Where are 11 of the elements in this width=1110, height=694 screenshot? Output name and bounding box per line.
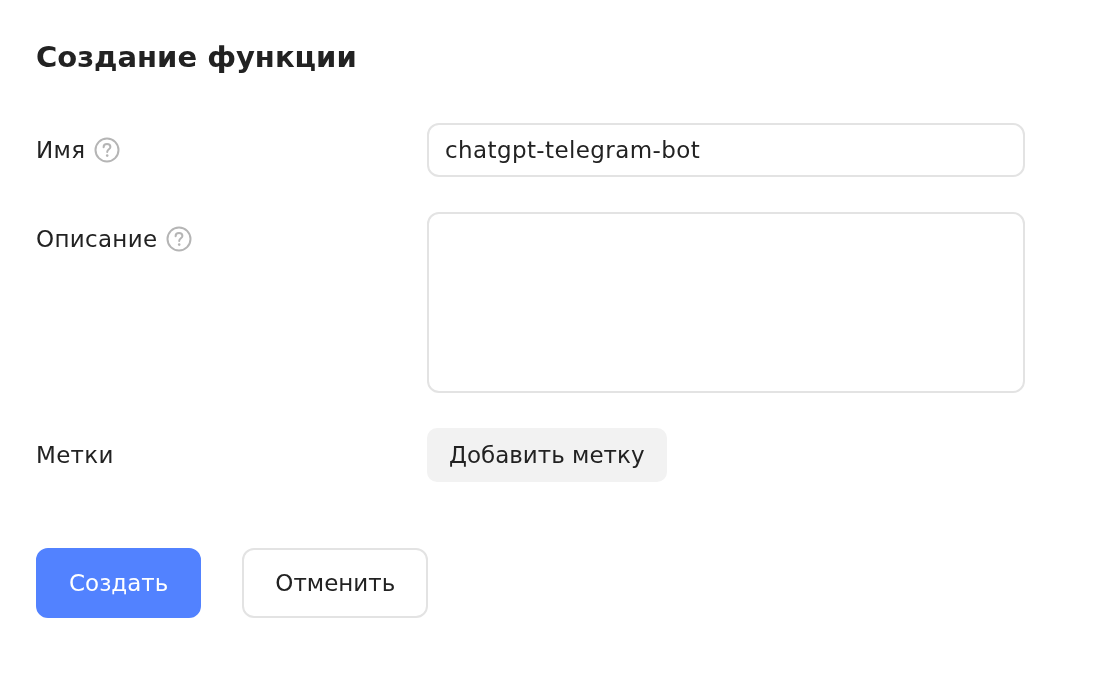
name-input-field[interactable]: chatgpt-telegram-bot xyxy=(427,123,1025,177)
description-textarea[interactable] xyxy=(427,212,1025,393)
help-icon[interactable] xyxy=(166,226,193,252)
create-button[interactable]: Создать xyxy=(36,548,202,618)
cancel-button[interactable]: Отменить xyxy=(242,548,429,618)
field-label: Описание xyxy=(36,225,158,253)
page-title: Создание функции xyxy=(36,39,357,76)
field-label: Имя xyxy=(36,136,86,164)
add-tag-button[interactable]: Добавить метку xyxy=(427,428,667,482)
help-icon[interactable] xyxy=(94,137,121,163)
field-label: Метки xyxy=(36,441,114,469)
